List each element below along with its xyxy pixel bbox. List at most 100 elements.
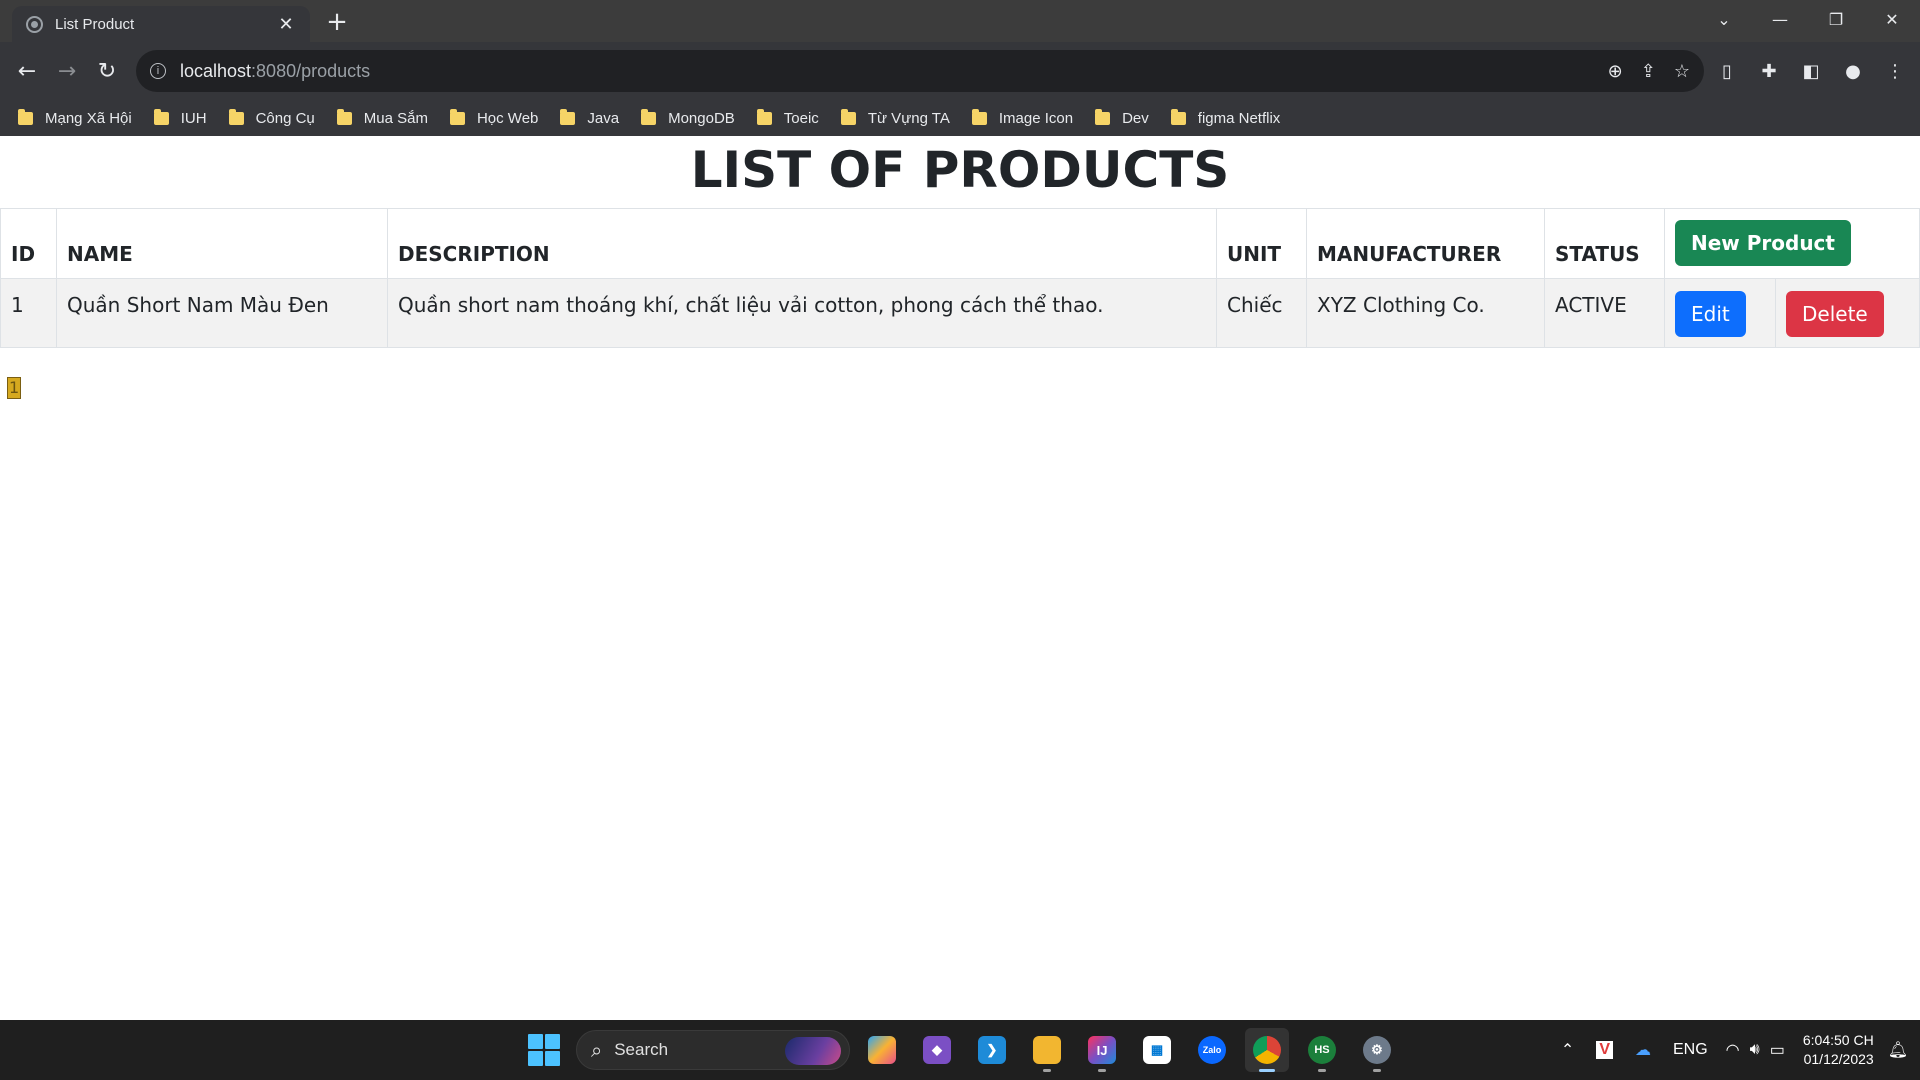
bookmark-folder[interactable]: figma Netflix xyxy=(1170,108,1280,127)
folder-icon xyxy=(153,108,169,125)
battery-icon[interactable]: ▭ xyxy=(1770,1040,1785,1060)
folder-icon xyxy=(449,108,465,125)
system-tray: ⌃ V ☁ ENG ◠ 🔊︎ ▭ 6:04:50 CH 01/12/2023 🔔… xyxy=(1561,1020,1920,1080)
back-icon[interactable]: ← xyxy=(10,54,44,88)
browser-tab-bar: List Product ✕ + ⌄ — ❐ ✕ xyxy=(0,0,1920,42)
column-header-description: DESCRIPTION xyxy=(387,208,1217,279)
folder-icon xyxy=(1170,108,1186,125)
folder-icon xyxy=(18,108,33,125)
new-product-button[interactable]: New Product xyxy=(1675,220,1851,266)
extensions-icon[interactable]: ✚ xyxy=(1754,54,1784,88)
page-content: LIST OF PRODUCTS ID NAME DESCRIPTION UNI… xyxy=(0,136,1920,1020)
notification-icon[interactable]: 🔔︎ xyxy=(1888,1040,1908,1060)
folder-icon xyxy=(228,108,244,125)
visual-studio-app-icon[interactable]: ◆ xyxy=(915,1028,959,1072)
tab-title: List Product xyxy=(55,15,135,33)
bookmarks-bar: Mạng Xã Hội IUH Công Cụ Mua Sắm Học Web … xyxy=(0,100,1920,136)
bookmark-folder[interactable]: Java xyxy=(560,108,619,127)
folder-icon xyxy=(1095,108,1111,125)
page-title: LIST OF PRODUCTS xyxy=(690,141,1230,199)
taskbar: ⌕ Search ◆ ❯ IJ ▦ Zalo HS ⚙ ⌃ V ☁ ENG ◠ … xyxy=(0,1020,1920,1080)
bookmark-star-icon[interactable]: ☆ xyxy=(1674,61,1690,82)
column-header-status: STATUS xyxy=(1544,208,1665,279)
globe-icon xyxy=(26,15,43,33)
url-host: localhost xyxy=(180,60,252,81)
bookmark-folder[interactable]: Toeic xyxy=(756,108,819,127)
bookmark-folder[interactable]: Học Web xyxy=(449,108,538,127)
column-header-id: ID xyxy=(0,208,57,279)
cell-status: ACTIVE xyxy=(1544,278,1665,348)
zoom-icon[interactable]: ⊕ xyxy=(1608,61,1623,82)
column-header-manufacturer: MANUFACTURER xyxy=(1306,208,1545,279)
browser-tab[interactable]: List Product ✕ xyxy=(12,6,310,42)
microsoft-store-app-icon[interactable]: ▦ xyxy=(1135,1028,1179,1072)
vscode-app-icon[interactable]: ❯ xyxy=(970,1028,1014,1072)
search-highlight-image xyxy=(785,1037,841,1065)
search-label: Search xyxy=(614,1040,669,1059)
cell-unit: Chiếc xyxy=(1216,278,1307,348)
hs-app-icon[interactable]: HS xyxy=(1300,1028,1344,1072)
bookmark-folder[interactable]: Dev xyxy=(1095,108,1149,127)
search-icon: ⌕ xyxy=(591,1038,603,1062)
tab-search-icon[interactable]: ⌄ xyxy=(1696,0,1752,38)
volume-icon[interactable]: 🔊︎ xyxy=(1750,1041,1760,1059)
site-info-icon[interactable]: i xyxy=(150,63,166,79)
settings-app-icon[interactable]: ⚙ xyxy=(1355,1028,1399,1072)
clock-time: 6:04:50 CH xyxy=(1802,1032,1874,1048)
table-row: 1 Quần Short Nam Màu Đen Quần short nam … xyxy=(0,278,1920,348)
bookmark-folder[interactable]: Mạng Xã Hội xyxy=(18,108,132,127)
cell-description: Quần short nam thoáng khí, chất liệu vải… xyxy=(387,278,1217,348)
folder-icon xyxy=(641,108,657,125)
new-tab-button[interactable]: + xyxy=(322,8,352,38)
close-window-button[interactable]: ✕ xyxy=(1864,0,1920,38)
cell-id: 1 xyxy=(0,278,57,348)
device-icon[interactable]: ▯ xyxy=(1712,54,1742,88)
onedrive-icon[interactable]: ☁ xyxy=(1635,1040,1651,1060)
menu-icon[interactable]: ⋮ xyxy=(1880,54,1910,88)
window-controls: ⌄ — ❐ ✕ xyxy=(1696,0,1920,42)
forward-icon[interactable]: → xyxy=(50,54,84,88)
vivaldi-tray-icon[interactable]: V xyxy=(1596,1041,1613,1059)
wifi-icon[interactable]: ◠ xyxy=(1726,1040,1740,1060)
column-header-unit: UNIT xyxy=(1216,208,1307,279)
file-explorer-app-icon[interactable] xyxy=(1025,1028,1069,1072)
bookmark-folder[interactable]: Mua Sắm xyxy=(336,108,428,127)
profile-icon[interactable]: ● xyxy=(1838,54,1868,88)
delete-button[interactable]: Delete xyxy=(1786,291,1884,337)
folder-icon xyxy=(756,108,772,125)
cell-manufacturer: XYZ Clothing Co. xyxy=(1306,278,1545,348)
pagination-link[interactable]: 1 xyxy=(6,377,22,399)
folder-icon xyxy=(840,108,856,125)
bookmark-folder[interactable]: Công Cụ xyxy=(228,108,315,127)
cell-name: Quần Short Nam Màu Đen xyxy=(56,278,388,348)
clock[interactable]: 6:04:50 CH 01/12/2023 xyxy=(1803,1031,1874,1069)
zalo-app-icon[interactable]: Zalo xyxy=(1190,1028,1234,1072)
share-icon[interactable]: ⇪ xyxy=(1641,61,1656,82)
reload-icon[interactable]: ↻ xyxy=(90,54,124,88)
copilot-app-icon[interactable] xyxy=(860,1028,904,1072)
column-header-actions: New Product xyxy=(1664,208,1920,279)
address-bar[interactable]: i localhost:8080/products ⊕ ⇪ ☆ xyxy=(136,50,1704,92)
products-table: ID NAME DESCRIPTION UNIT MANUFACTURER ST… xyxy=(0,208,1920,348)
url-path: :8080/products xyxy=(251,60,371,81)
taskbar-search[interactable]: ⌕ Search xyxy=(576,1030,850,1070)
minimize-button[interactable]: — xyxy=(1752,0,1808,38)
chrome-app-icon[interactable] xyxy=(1245,1028,1289,1072)
clock-date: 01/12/2023 xyxy=(1803,1051,1874,1067)
side-panel-icon[interactable]: ◧ xyxy=(1796,54,1826,88)
bookmark-folder[interactable]: IUH xyxy=(153,108,207,127)
intellij-app-icon[interactable]: IJ xyxy=(1080,1028,1124,1072)
bookmark-folder[interactable]: Image Icon xyxy=(971,108,1073,127)
folder-icon xyxy=(971,108,987,125)
windows-start-icon[interactable] xyxy=(528,1034,560,1066)
chevron-up-icon[interactable]: ⌃ xyxy=(1561,1040,1574,1060)
restore-button[interactable]: ❐ xyxy=(1808,0,1864,38)
bookmark-folder[interactable]: MongoDB xyxy=(641,108,735,127)
bookmark-folder[interactable]: Từ Vựng TA xyxy=(840,108,950,127)
close-tab-icon[interactable]: ✕ xyxy=(276,14,296,35)
edit-button[interactable]: Edit xyxy=(1675,291,1746,337)
column-header-name: NAME xyxy=(56,208,388,279)
cell-delete: Delete xyxy=(1775,278,1920,348)
language-indicator[interactable]: ENG xyxy=(1673,1041,1708,1059)
cell-edit: Edit xyxy=(1664,278,1776,348)
